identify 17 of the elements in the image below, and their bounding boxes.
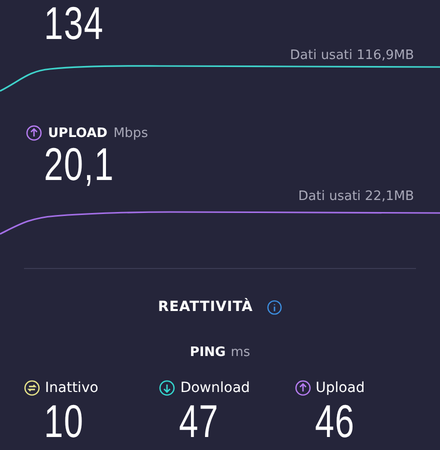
- download-speed: 134: [44, 0, 104, 46]
- idle-arrows-icon: [24, 380, 40, 396]
- unit-label: Mbps: [113, 126, 148, 140]
- ping-value: 47: [179, 398, 220, 444]
- ping-type-label: Inattivo: [45, 380, 98, 396]
- upload-speed: 20,1: [44, 141, 114, 187]
- info-icon[interactable]: [267, 300, 282, 314]
- ping-label: PING: [190, 345, 226, 360]
- data-used: Dati usati 116,9MB: [290, 48, 414, 63]
- upload-label: UPLOAD: [48, 126, 108, 140]
- ping-type-label: Download: [180, 380, 250, 396]
- ping-type-label: Upload: [316, 380, 365, 396]
- ping-value: 46: [314, 398, 355, 444]
- data-used: Dati usati 22,1MB: [298, 189, 414, 204]
- unit-label: ms: [230, 345, 250, 360]
- section-title: REATTIVITÀ: [158, 299, 254, 315]
- ping-value: 10: [44, 398, 84, 444]
